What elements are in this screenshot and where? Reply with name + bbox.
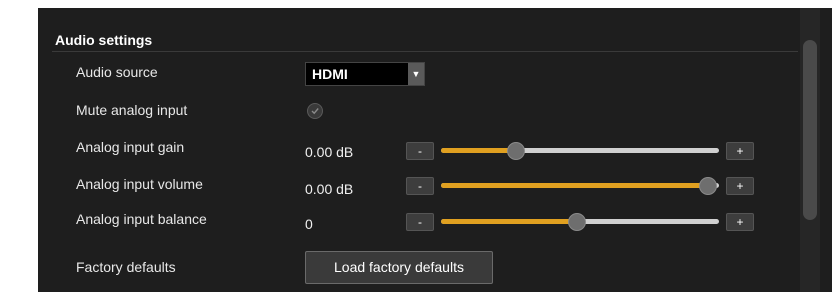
gain-decrease-button[interactable]: - [406, 142, 434, 160]
scrollbar-thumb[interactable] [803, 40, 817, 220]
volume-slider-fill [441, 183, 708, 188]
load-factory-defaults-button[interactable]: Load factory defaults [305, 251, 493, 284]
gain-slider-handle[interactable] [507, 142, 525, 160]
checkmark-icon [311, 108, 319, 115]
audio-source-label: Audio source [76, 64, 158, 80]
factory-defaults-label: Factory defaults [76, 259, 176, 275]
gain-value: 0.00 dB [305, 144, 354, 160]
chevron-down-icon[interactable]: ▼ [408, 63, 424, 85]
balance-increase-button[interactable]: + [726, 213, 754, 231]
volume-slider-track[interactable] [441, 183, 719, 188]
volume-value: 0.00 dB [305, 181, 354, 197]
balance-label: Analog input balance [76, 211, 207, 227]
balance-slider-handle[interactable] [568, 213, 586, 231]
balance-value: 0 [305, 216, 313, 232]
gain-slider-track[interactable] [441, 148, 719, 153]
volume-label: Analog input volume [76, 176, 203, 192]
section-divider [52, 51, 798, 52]
volume-increase-button[interactable]: + [726, 177, 754, 195]
gain-label: Analog input gain [76, 139, 185, 155]
balance-slider-fill [441, 219, 577, 224]
audio-source-select[interactable]: HDMI ▼ [305, 62, 425, 86]
page-frame: Audio settings Audio source HDMI ▼ Mute … [0, 0, 832, 292]
audio-source-value: HDMI [312, 66, 348, 82]
section-title: Audio settings [55, 32, 153, 48]
gain-increase-button[interactable]: + [726, 142, 754, 160]
gain-slider-fill [441, 148, 516, 153]
volume-slider-handle[interactable] [699, 177, 717, 195]
mute-analog-checkbox[interactable] [307, 103, 323, 119]
mute-analog-label: Mute analog input [76, 102, 188, 118]
balance-decrease-button[interactable]: - [406, 213, 434, 231]
volume-decrease-button[interactable]: - [406, 177, 434, 195]
